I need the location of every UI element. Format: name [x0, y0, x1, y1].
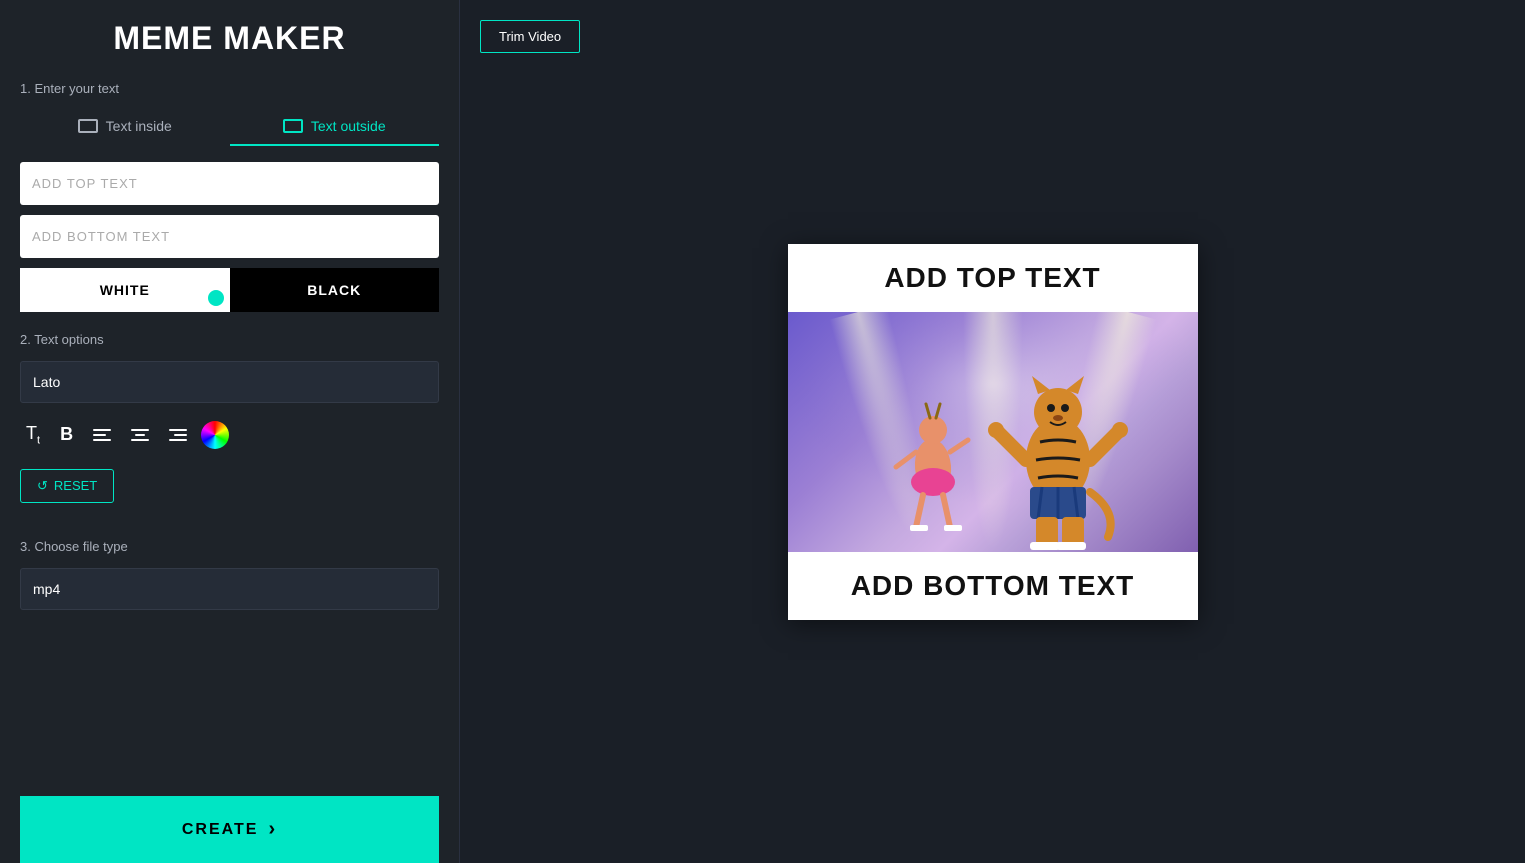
text-outside-icon: [283, 119, 303, 133]
create-button[interactable]: CREATE ›: [20, 796, 439, 863]
meme-preview: ADD TOP TEXT: [788, 244, 1198, 620]
tab-text-inside-label: Text inside: [106, 118, 172, 134]
text-inside-icon: [78, 119, 98, 133]
text-tools: Tt B: [20, 417, 439, 453]
font-select[interactable]: Lato Arial Impact Comic Sans: [20, 361, 439, 403]
reset-label: RESET: [54, 478, 97, 493]
bold-icon: B: [60, 424, 73, 445]
font-size-button[interactable]: Tt: [20, 417, 46, 453]
align-right-button[interactable]: [163, 422, 193, 448]
white-button[interactable]: WHITE: [20, 268, 230, 312]
section3: 3. Choose file type mp4 gif jpg png: [20, 539, 439, 626]
section2-label: 2. Text options: [20, 332, 439, 347]
bold-button[interactable]: B: [54, 418, 79, 451]
color-picker-button[interactable]: [201, 421, 229, 449]
meme-image: [788, 312, 1198, 552]
characters-svg: [788, 312, 1198, 552]
meme-preview-container: ADD TOP TEXT: [480, 20, 1505, 843]
reset-button[interactable]: ↺ RESET: [20, 469, 114, 503]
align-right-icon: [169, 428, 187, 442]
app-title: MEME MAKER: [20, 20, 439, 57]
meme-top-text: ADD TOP TEXT: [788, 244, 1198, 312]
top-text-input[interactable]: [20, 162, 439, 205]
tabs-row: Text inside Text outside: [20, 110, 439, 146]
tab-text-outside[interactable]: Text outside: [230, 110, 440, 146]
bottom-text-input[interactable]: [20, 215, 439, 258]
meme-bottom-text: ADD BOTTOM TEXT: [788, 552, 1198, 620]
section2: 2. Text options Lato Arial Impact Comic …: [20, 332, 439, 523]
align-center-button[interactable]: [125, 422, 155, 448]
black-button[interactable]: BLACK: [230, 268, 440, 312]
section1-label: 1. Enter your text: [20, 81, 439, 96]
tab-text-outside-label: Text outside: [311, 118, 386, 134]
align-center-icon: [131, 428, 149, 442]
tab-text-inside[interactable]: Text inside: [20, 110, 230, 146]
font-size-icon: Tt: [26, 423, 40, 447]
section3-label: 3. Choose file type: [20, 539, 439, 554]
file-type-select[interactable]: mp4 gif jpg png: [20, 568, 439, 610]
chevron-right-icon: ›: [268, 818, 277, 841]
align-left-button[interactable]: [87, 422, 117, 448]
create-label: CREATE: [182, 821, 259, 839]
right-panel: Trim Video ADD TOP TEXT: [460, 0, 1525, 863]
color-buttons: WHITE BLACK: [20, 268, 439, 312]
reset-icon: ↺: [37, 478, 48, 494]
left-panel: MEME MAKER 1. Enter your text Text insid…: [0, 0, 460, 863]
align-left-icon: [93, 428, 111, 442]
trim-video-button[interactable]: Trim Video: [480, 20, 580, 53]
